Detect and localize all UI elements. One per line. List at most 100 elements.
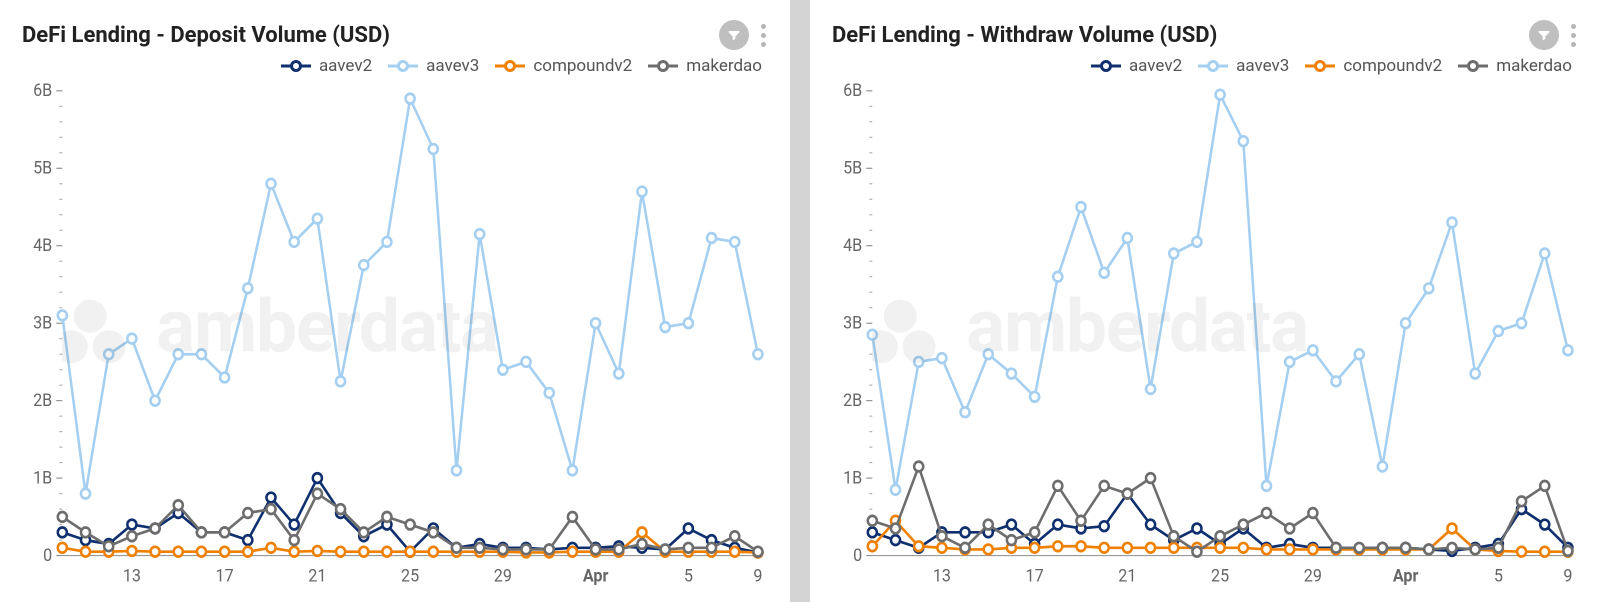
data-point[interactable] [1262,545,1271,555]
data-point[interactable] [1563,546,1572,556]
data-point[interactable] [1053,272,1062,282]
data-point[interactable] [1007,535,1016,545]
data-point[interactable] [961,543,970,553]
data-point[interactable] [868,516,877,526]
legend-item-aavev3[interactable]: aavev3 [1198,56,1289,76]
data-point[interactable] [1540,481,1549,491]
data-point[interactable] [1100,521,1109,531]
data-point[interactable] [1192,237,1201,247]
data-point[interactable] [429,144,438,154]
data-point[interactable] [568,466,577,476]
data-point[interactable] [568,512,577,522]
data-point[interactable] [1471,545,1480,555]
legend-item-aavev2[interactable]: aavev2 [1091,56,1182,76]
data-point[interactable] [1285,524,1294,534]
data-point[interactable] [1239,136,1248,146]
data-point[interactable] [359,547,368,557]
data-point[interactable] [914,462,923,472]
data-point[interactable] [429,547,438,557]
data-point[interactable] [197,349,206,359]
data-point[interactable] [545,545,554,555]
data-point[interactable] [684,524,693,534]
data-point[interactable] [498,545,507,555]
data-point[interactable] [1216,543,1225,553]
chart-area[interactable]: amberdata01B2B3B4B5B6B1317212529Apr59 [22,80,768,588]
data-point[interactable] [266,504,275,514]
data-point[interactable] [1540,520,1549,530]
data-point[interactable] [1262,508,1271,518]
series-aavev3[interactable] [872,95,1568,490]
data-point[interactable] [104,541,113,551]
data-point[interactable] [151,396,160,406]
legend-item-makerdao[interactable]: makerdao [648,56,762,76]
data-point[interactable] [1285,357,1294,367]
data-point[interactable] [58,543,67,553]
data-point[interactable] [1123,543,1132,553]
data-point[interactable] [1123,489,1132,499]
data-point[interactable] [382,237,391,247]
data-point[interactable] [1007,369,1016,379]
data-point[interactable] [684,543,693,553]
data-point[interactable] [1447,543,1456,553]
data-point[interactable] [868,330,877,340]
data-point[interactable] [174,547,183,557]
data-point[interactable] [891,535,900,545]
data-point[interactable] [313,473,322,483]
data-point[interactable] [266,543,275,553]
filter-icon[interactable] [1529,20,1559,50]
data-point[interactable] [1100,481,1109,491]
data-point[interactable] [1401,318,1410,328]
data-point[interactable] [336,376,345,386]
data-point[interactable] [522,545,531,555]
data-point[interactable] [891,485,900,495]
data-point[interactable] [452,543,461,553]
data-point[interactable] [290,520,299,530]
data-point[interactable] [591,545,600,555]
data-point[interactable] [290,535,299,545]
data-point[interactable] [1239,520,1248,530]
data-point[interactable] [1169,543,1178,553]
data-point[interactable] [336,547,345,557]
data-point[interactable] [1030,392,1039,402]
data-point[interactable] [429,527,438,537]
data-point[interactable] [568,547,577,557]
data-point[interactable] [151,524,160,534]
data-point[interactable] [1169,531,1178,541]
data-point[interactable] [1076,541,1085,551]
chart-area[interactable]: amberdata01B2B3B4B5B6B1317212529Apr59 [832,80,1578,588]
data-point[interactable] [174,500,183,510]
data-point[interactable] [937,353,946,363]
data-point[interactable] [753,349,762,359]
data-point[interactable] [1192,524,1201,534]
legend-item-makerdao[interactable]: makerdao [1458,56,1572,76]
data-point[interactable] [961,407,970,417]
data-point[interactable] [1123,233,1132,243]
data-point[interactable] [545,388,554,398]
data-point[interactable] [359,527,368,537]
data-point[interactable] [313,214,322,224]
data-point[interactable] [313,546,322,556]
data-point[interactable] [1471,369,1480,379]
data-point[interactable] [1216,531,1225,541]
data-point[interactable] [707,233,716,243]
data-point[interactable] [984,349,993,359]
data-point[interactable] [58,512,67,522]
data-point[interactable] [1146,543,1155,553]
data-point[interactable] [868,527,877,537]
data-point[interactable] [313,489,322,499]
data-point[interactable] [1030,527,1039,537]
data-point[interactable] [220,527,229,537]
data-point[interactable] [891,524,900,534]
data-point[interactable] [452,466,461,476]
data-point[interactable] [1378,543,1387,553]
data-point[interactable] [1517,496,1526,506]
data-point[interactable] [406,520,415,530]
data-point[interactable] [684,318,693,328]
filter-icon[interactable] [719,20,749,50]
data-point[interactable] [614,545,623,555]
data-point[interactable] [197,527,206,537]
data-point[interactable] [1563,345,1572,355]
data-point[interactable] [1517,318,1526,328]
data-point[interactable] [1053,541,1062,551]
data-point[interactable] [406,547,415,557]
